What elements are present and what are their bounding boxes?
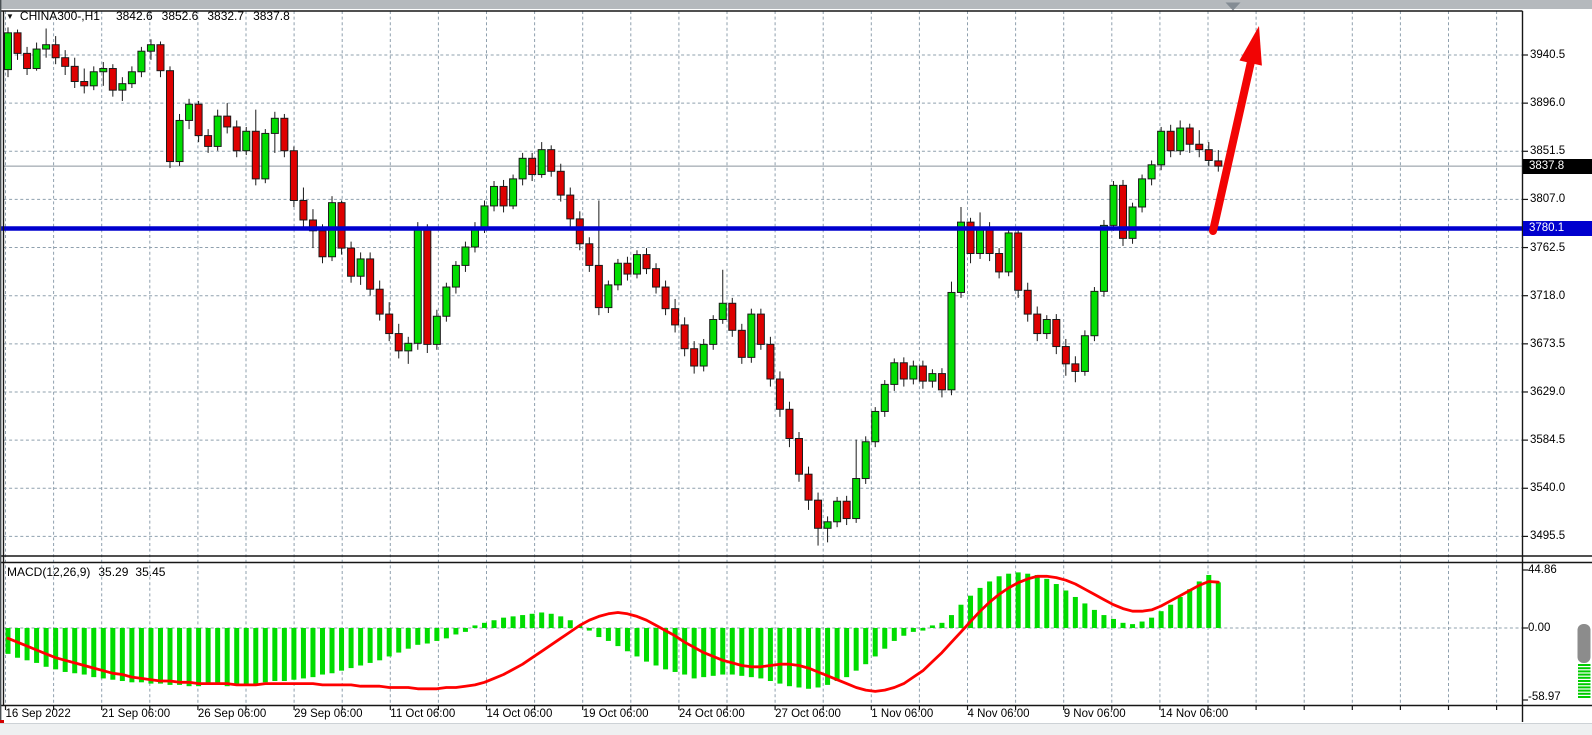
scrollbar-thumb[interactable] bbox=[1578, 624, 1591, 697]
macd-main-value: 35.29 bbox=[98, 565, 128, 579]
price-tick-label: 3540.0 bbox=[1530, 481, 1565, 495]
price-tick-label: 3762.5 bbox=[1530, 241, 1565, 255]
time-tick-label: 9 Nov 06:00 bbox=[1064, 707, 1126, 721]
symbol-title: ▼ CHINA300-,H1 3842.6 3852.6 3832.7 3837.8 bbox=[6, 9, 299, 23]
macd-tick-label: -58.97 bbox=[1528, 690, 1561, 704]
time-tick-label: 11 Oct 06:00 bbox=[390, 707, 455, 721]
current-price-badge: 3837.8 bbox=[1523, 159, 1592, 174]
time-tick-label: 27 Oct 06:00 bbox=[775, 707, 841, 721]
price-tick-label: 3629.0 bbox=[1530, 385, 1565, 399]
time-tick-label: 14 Oct 06:00 bbox=[487, 707, 553, 721]
time-tick-label: 21 Sep 06:00 bbox=[102, 707, 170, 721]
trend-arrow[interactable] bbox=[1213, 26, 1262, 231]
ohlc-open: 3842.6 bbox=[116, 9, 153, 23]
price-tick-label: 3896.0 bbox=[1530, 96, 1565, 110]
macd-name: MACD(12,26,9) bbox=[7, 565, 90, 579]
ohlc-low: 3832.7 bbox=[207, 9, 244, 23]
price-tick-label: 3584.5 bbox=[1530, 433, 1565, 447]
time-tick-label: 1 Nov 06:00 bbox=[871, 707, 933, 721]
scroll-marker-icon bbox=[1226, 3, 1241, 11]
ohlc-close: 3837.8 bbox=[253, 9, 290, 23]
time-tick-label: 26 Sep 06:00 bbox=[198, 707, 266, 721]
status-strip bbox=[0, 723, 1592, 735]
candlestick-series bbox=[5, 27, 1222, 545]
axis-ticks bbox=[6, 55, 1529, 710]
time-tick-label: 29 Sep 06:00 bbox=[294, 707, 362, 721]
ohlc-high: 3852.6 bbox=[162, 9, 199, 23]
time-tick-label: 19 Oct 06:00 bbox=[583, 707, 649, 721]
price-tick-label: 3851.5 bbox=[1530, 144, 1565, 158]
price-tick-label: 3673.5 bbox=[1530, 337, 1565, 351]
grid-lines bbox=[4, 11, 1523, 706]
price-tick-label: 3718.0 bbox=[1530, 289, 1565, 303]
mt4-chart-window: ▼ CHINA300-,H1 3842.6 3852.6 3832.7 3837.8 MA… bbox=[0, 0, 1592, 735]
macd-histogram bbox=[6, 572, 1221, 688]
hline-price-badge: 3780.1 bbox=[1523, 221, 1592, 236]
chart-canvas[interactable] bbox=[0, 0, 1592, 735]
symbol-dropdown-icon[interactable]: ▼ bbox=[6, 12, 14, 21]
time-tick-label: 4 Nov 06:00 bbox=[968, 707, 1030, 721]
price-tick-label: 3495.5 bbox=[1530, 529, 1565, 543]
symbol-period-label: CHINA300-,H1 bbox=[20, 9, 100, 23]
macd-signal-value: 35.45 bbox=[135, 565, 165, 579]
macd-tick-label: 0.00 bbox=[1528, 621, 1550, 635]
time-tick-label: 24 Oct 06:00 bbox=[679, 707, 745, 721]
time-tick-label: 16 Sep 2022 bbox=[6, 707, 71, 721]
time-tick-label: 14 Nov 06:00 bbox=[1160, 707, 1228, 721]
macd-indicator-label: MACD(12,26,9) 35.29 35.45 bbox=[7, 565, 172, 579]
macd-tick-label: 44.86 bbox=[1528, 563, 1557, 577]
panel-borders bbox=[0, 0, 1592, 735]
price-tick-label: 3940.5 bbox=[1530, 48, 1565, 62]
price-tick-label: 3807.0 bbox=[1530, 192, 1565, 206]
